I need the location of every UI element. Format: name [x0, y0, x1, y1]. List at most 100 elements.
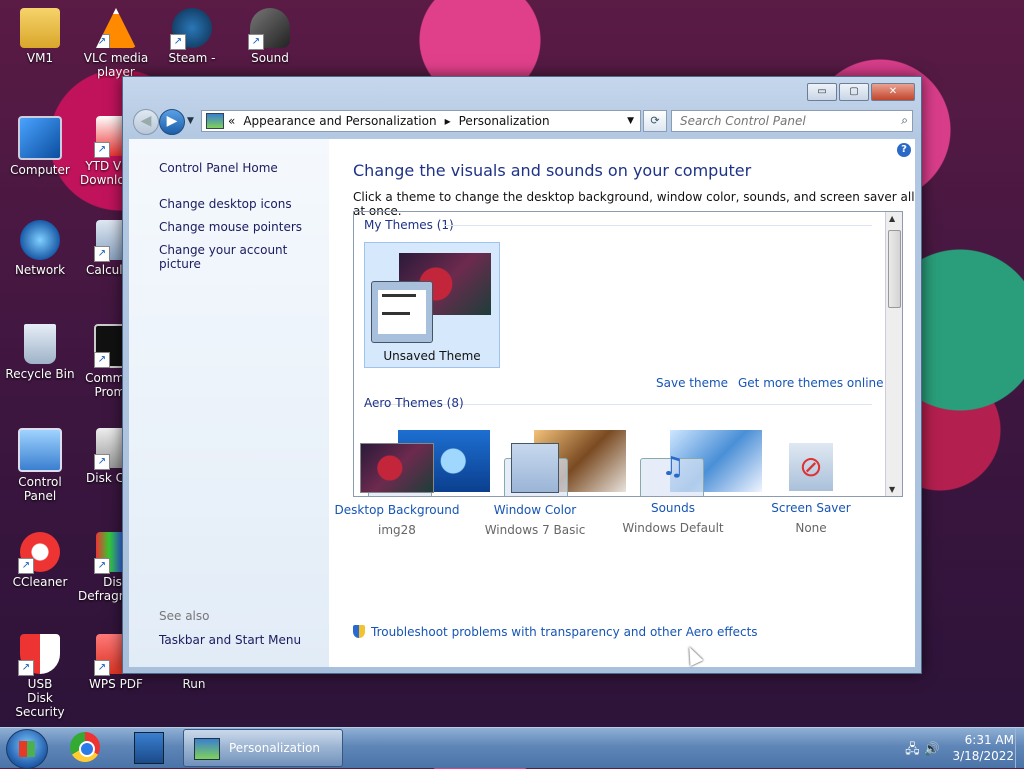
desktop-icon-ccleaner[interactable]: CCleaner [2, 532, 78, 589]
get-more-themes-link[interactable]: Get more themes online [738, 376, 884, 390]
desktop-icon-steam[interactable]: Steam - [154, 8, 230, 65]
taskbar-button-label: Personalization [229, 741, 320, 755]
theme-name: Unsaved Theme [383, 349, 481, 363]
setting-value: Windows Default [622, 521, 724, 535]
help-icon[interactable]: ? [897, 143, 911, 157]
my-themes-label: My Themes (1) [364, 218, 454, 232]
desktop-icon-network[interactable]: Network [2, 220, 78, 277]
recent-pages-dropdown[interactable]: ▼ [187, 116, 194, 126]
control-panel-home-link[interactable]: Control Panel Home [159, 161, 278, 175]
desktop-background-setting[interactable]: Desktop Background img28 [327, 443, 467, 537]
setting-title[interactable]: Screen Saver [741, 501, 881, 515]
control-panel-icon [18, 428, 62, 472]
desktop-background-icon [360, 443, 434, 493]
group-separator [444, 225, 872, 226]
search-box[interactable]: ⌕ [671, 110, 913, 132]
volume-icon[interactable]: 🔊 [924, 742, 940, 757]
desktop-icon-control-panel[interactable]: Control Panel [2, 428, 78, 503]
desktop-icon-vlc[interactable]: VLC media player [78, 8, 154, 79]
back-button[interactable]: ◀ [133, 109, 159, 135]
refresh-icon: ⟳ [650, 114, 660, 127]
aero-themes-label: Aero Themes (8) [364, 396, 464, 410]
show-desktop-button[interactable] [1015, 728, 1024, 768]
vlc-cone-icon [96, 8, 136, 48]
sounds-piano-icon: ♫ [661, 452, 685, 482]
minimize-button[interactable]: ▭ [807, 83, 837, 101]
troubleshoot-text[interactable]: Troubleshoot problems with transparency … [371, 625, 758, 639]
breadcrumb-separator[interactable]: ▸ [445, 114, 451, 128]
title-bar[interactable]: ▭ ▢ ✕ [123, 77, 921, 107]
save-theme-link[interactable]: Save theme [656, 376, 728, 390]
scrollbar-thumb[interactable] [888, 230, 901, 308]
system-tray-icons: 🖧 🔊 [905, 740, 940, 762]
personalization-icon [194, 738, 220, 760]
desktop-icon-usb-disk-security[interactable]: USB Disk Security [2, 634, 78, 719]
close-button[interactable]: ✕ [871, 83, 915, 101]
content-area: Control Panel Home Change desktop icons … [129, 139, 915, 667]
search-icon[interactable]: ⌕ [901, 113, 908, 128]
desktop-icon-vm1[interactable]: VM1 [2, 8, 78, 65]
network-status-icon[interactable]: 🖧 [905, 742, 920, 757]
address-dropdown-icon[interactable]: ▼ [627, 116, 634, 126]
window-color-setting[interactable]: Window Color Windows 7 Basic [465, 443, 605, 537]
clock-time: 6:31 AM [964, 733, 1014, 747]
computer-monitor-icon [18, 116, 62, 160]
setting-value: Windows 7 Basic [484, 523, 586, 537]
navigation-bar: ◀ ▶ ▼ « Appearance and Personalization ▸… [129, 107, 915, 135]
search-input[interactable] [678, 111, 887, 131]
network-icon [134, 732, 164, 764]
setting-title[interactable]: Window Color [465, 503, 605, 517]
window-color-thumbnail [371, 281, 433, 343]
arrow-left-icon: ◀ [140, 113, 152, 129]
window-color-icon [511, 443, 559, 493]
address-prefix[interactable]: « [228, 114, 235, 128]
personalization-window: ▭ ▢ ✕ ◀ ▶ ▼ « Appearance and Personaliza… [122, 76, 922, 674]
clock[interactable]: 6:31 AM 3/18/2022 [952, 732, 1014, 764]
recycle-bin-icon [24, 324, 56, 364]
setting-title[interactable]: Sounds [603, 501, 743, 515]
taskbar: Personalization 🖧 🔊 6:31 AM 3/18/2022 [0, 727, 1024, 769]
setting-value: None [795, 521, 827, 535]
page-title: Change the visuals and sounds on your co… [353, 161, 752, 180]
shield-icon [353, 625, 365, 638]
breadcrumb-appearance[interactable]: Appearance and Personalization [243, 114, 436, 128]
main-pane: ? Change the visuals and sounds on your … [329, 139, 915, 667]
network-taskbar-icon[interactable] [134, 732, 168, 764]
start-button[interactable] [6, 729, 48, 769]
breadcrumb-personalization[interactable]: Personalization [459, 114, 550, 128]
change-desktop-icons-link[interactable]: Change desktop icons [159, 197, 292, 211]
arrow-right-icon: ▶ [166, 113, 178, 129]
microphone-icon [248, 8, 290, 50]
setting-title[interactable]: Desktop Background [327, 503, 467, 517]
theme-list-scrollbar[interactable]: ▲ ▼ [885, 212, 902, 496]
theme-unsaved[interactable]: Unsaved Theme [364, 242, 500, 368]
see-also-label: See also [159, 609, 210, 623]
folder-user-icon [20, 8, 60, 48]
network-globe-icon [20, 220, 60, 260]
chevron-down-icon: ▼ [187, 116, 194, 126]
screen-saver-setting[interactable]: ⊘ Screen Saver None [741, 443, 881, 535]
taskbar-button-personalization[interactable]: Personalization [183, 729, 343, 767]
control-panel-icon [206, 113, 224, 129]
troubleshoot-transparency-link[interactable]: Troubleshoot problems with transparency … [353, 625, 758, 639]
change-mouse-pointers-link[interactable]: Change mouse pointers [159, 220, 302, 234]
desktop-icon-recycle-bin[interactable]: Recycle Bin [2, 324, 78, 381]
change-account-picture-link[interactable]: Change your account picture [159, 243, 329, 271]
maximize-button[interactable]: ▢ [839, 83, 869, 101]
scroll-up-icon[interactable]: ▲ [889, 214, 895, 223]
taskbar-start-menu-link[interactable]: Taskbar and Start Menu [159, 633, 301, 647]
desktop-icon-computer[interactable]: Computer [2, 116, 78, 177]
chrome-icon [70, 732, 100, 762]
scroll-down-icon[interactable]: ▼ [889, 485, 895, 494]
forward-button[interactable]: ▶ [159, 109, 185, 135]
steam-icon [170, 8, 212, 50]
window-controls: ▭ ▢ ✕ [805, 83, 915, 101]
refresh-button[interactable]: ⟳ [643, 110, 667, 132]
chrome-taskbar-icon[interactable] [70, 732, 104, 764]
sounds-setting[interactable]: ♫ Sounds Windows Default [603, 443, 743, 535]
ccleaner-icon [18, 532, 60, 574]
desktop-icon-sound[interactable]: Sound [232, 8, 308, 65]
setting-value: img28 [378, 523, 416, 537]
screen-saver-icon: ⊘ [789, 443, 833, 491]
address-bar[interactable]: « Appearance and Personalization ▸ Perso… [201, 110, 641, 132]
